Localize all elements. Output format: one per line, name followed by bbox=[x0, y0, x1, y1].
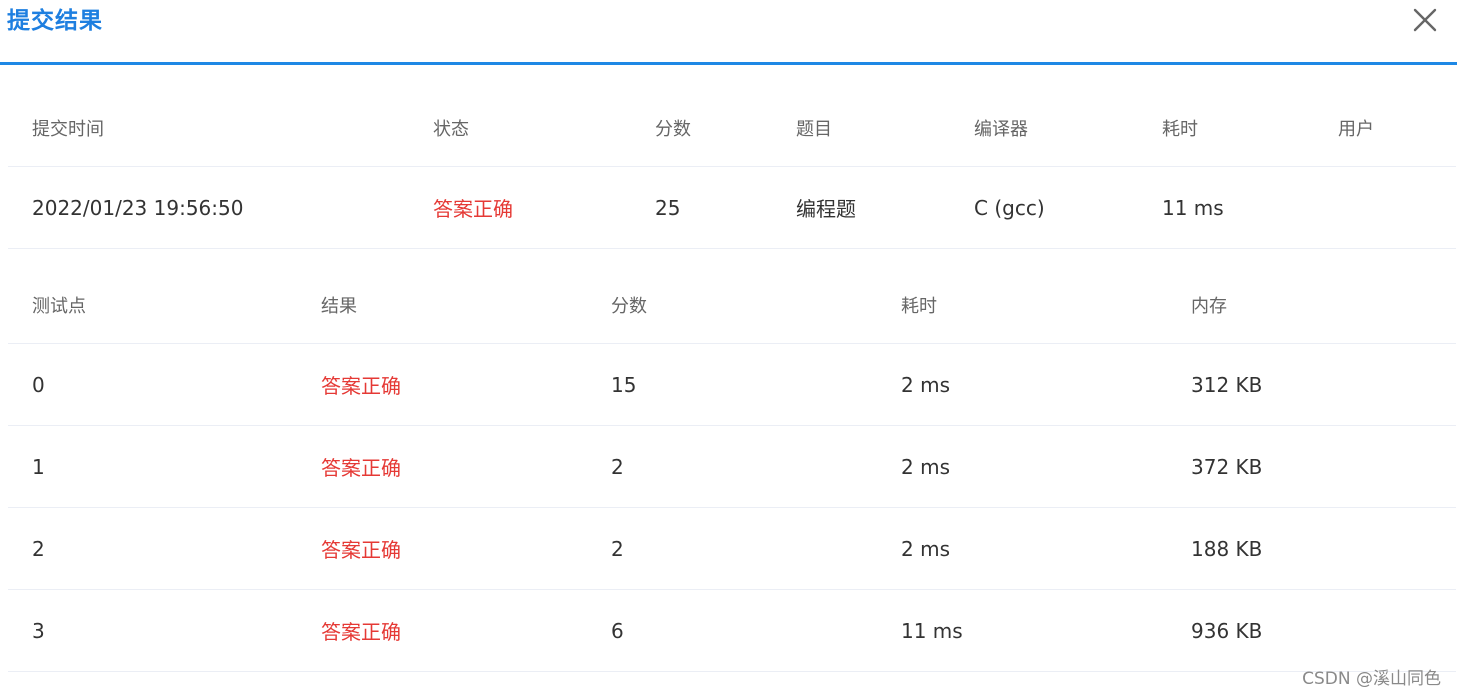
submission-summary-table: 提交时间 状态 分数 题目 编译器 耗时 用户 2022/01/23 19:56… bbox=[8, 90, 1456, 249]
case-memory: 312 KB bbox=[1167, 343, 1456, 426]
summary-row: 2022/01/23 19:56:50 答案正确 25 编程题 C (gcc) … bbox=[8, 166, 1456, 249]
submission-elapsed: 11 ms bbox=[1138, 166, 1314, 249]
summary-header-status: 状态 bbox=[409, 90, 631, 167]
submission-user bbox=[1314, 166, 1456, 249]
table-row: 1 答案正确 2 2 ms 372 KB bbox=[8, 425, 1456, 508]
close-icon bbox=[1413, 8, 1437, 32]
submission-score: 25 bbox=[631, 166, 772, 249]
summary-header-user: 用户 bbox=[1314, 90, 1456, 167]
summary-header-score: 分数 bbox=[631, 90, 772, 167]
case-score: 2 bbox=[587, 425, 877, 508]
summary-header-elapsed: 耗时 bbox=[1138, 90, 1314, 167]
table-row: 3 答案正确 6 11 ms 936 KB bbox=[8, 589, 1456, 672]
case-elapsed: 2 ms bbox=[877, 343, 1167, 426]
table-row: 2 答案正确 2 2 ms 188 KB bbox=[8, 507, 1456, 590]
case-memory: 936 KB bbox=[1167, 589, 1456, 672]
case-id: 2 bbox=[8, 507, 297, 590]
submission-compiler: C (gcc) bbox=[950, 166, 1138, 249]
case-elapsed: 11 ms bbox=[877, 589, 1167, 672]
dialog-title: 提交结果 bbox=[7, 8, 103, 34]
case-result: 答案正确 bbox=[297, 425, 587, 508]
case-id: 0 bbox=[8, 343, 297, 426]
cases-header-score: 分数 bbox=[587, 267, 877, 344]
summary-header-row: 提交时间 状态 分数 题目 编译器 耗时 用户 bbox=[8, 90, 1456, 167]
test-cases-table: 测试点 结果 分数 耗时 内存 0 答案正确 15 2 ms 312 KB 1 … bbox=[8, 267, 1456, 672]
case-elapsed: 2 ms bbox=[877, 507, 1167, 590]
summary-header-time: 提交时间 bbox=[8, 90, 409, 167]
cases-header-row: 测试点 结果 分数 耗时 内存 bbox=[8, 267, 1456, 344]
dialog-header: 提交结果 bbox=[0, 0, 1457, 65]
submission-time: 2022/01/23 19:56:50 bbox=[8, 166, 409, 249]
close-button[interactable] bbox=[1411, 6, 1439, 34]
cases-header-result: 结果 bbox=[297, 267, 587, 344]
cases-header-id: 测试点 bbox=[8, 267, 297, 344]
case-score: 2 bbox=[587, 507, 877, 590]
case-memory: 372 KB bbox=[1167, 425, 1456, 508]
case-score: 6 bbox=[587, 589, 877, 672]
case-result: 答案正确 bbox=[297, 589, 587, 672]
cases-header-memory: 内存 bbox=[1167, 267, 1456, 344]
case-id: 1 bbox=[8, 425, 297, 508]
summary-header-problem: 题目 bbox=[772, 90, 950, 167]
case-score: 15 bbox=[587, 343, 877, 426]
table-row: 0 答案正确 15 2 ms 312 KB bbox=[8, 343, 1456, 426]
cases-header-elapsed: 耗时 bbox=[877, 267, 1167, 344]
watermark: CSDN @溪山同色 bbox=[1302, 669, 1441, 689]
submission-status: 答案正确 bbox=[409, 166, 631, 249]
summary-header-compiler: 编译器 bbox=[950, 90, 1138, 167]
case-elapsed: 2 ms bbox=[877, 425, 1167, 508]
case-result: 答案正确 bbox=[297, 507, 587, 590]
case-memory: 188 KB bbox=[1167, 507, 1456, 590]
case-result: 答案正确 bbox=[297, 343, 587, 426]
submission-problem: 编程题 bbox=[772, 166, 950, 249]
case-id: 3 bbox=[8, 589, 297, 672]
